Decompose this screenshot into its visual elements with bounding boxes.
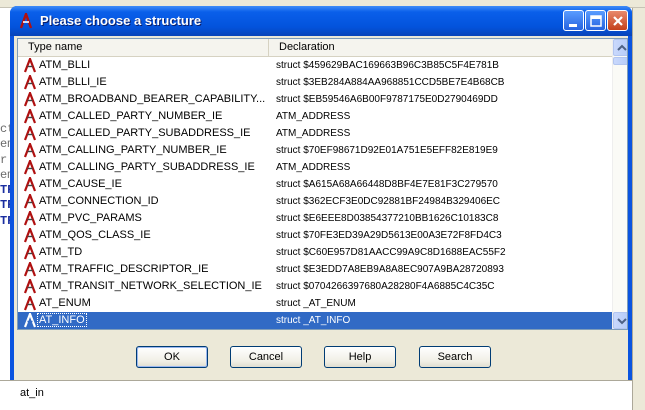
row-type-name: ATM_TRANSIT_NETWORK_SELECTION_IE xyxy=(39,280,262,292)
list-row[interactable]: ATM_TRANSIT_NETWORK_SELECTION_IE struct $… xyxy=(18,278,612,295)
chevron-up-icon xyxy=(617,44,627,51)
background-status-area: at_in xyxy=(0,380,632,410)
row-type-name: ATM_PVC_PARAMS xyxy=(39,212,142,224)
maximize-button[interactable] xyxy=(585,10,606,31)
row-type-name: ATM_TRAFFIC_DESCRIPTOR_IE xyxy=(39,263,209,275)
list-row[interactable]: ATM_CALLED_PARTY_NUMBER_IE ATM_ADDRESS xyxy=(18,108,612,125)
struct-icon xyxy=(23,75,37,90)
row-declaration: struct $C60E957D81AACC99A9C8D1688EAC55F2 xyxy=(276,247,506,258)
dialog-client-area: Type name Declaration ATM_BLLI struct $45… xyxy=(14,36,628,380)
row-declaration: ATM_ADDRESS xyxy=(276,162,351,173)
row-declaration: struct $3EB284A884AA968851CCD5BE7E4B68CB xyxy=(276,77,505,88)
row-declaration: struct $362ECF3E0DC92881BF24984B329406EC xyxy=(276,196,501,207)
row-type-name: ATM_QOS_CLASS_IE xyxy=(39,229,151,241)
row-type-name: ATM_BLLI xyxy=(39,59,91,71)
row-type-name: ATM_CALLING_PARTY_SUBADDRESS_IE xyxy=(39,161,255,173)
struct-icon xyxy=(23,177,37,192)
dialog-title: Please choose a structure xyxy=(40,13,202,28)
row-declaration: struct $0704266397680A28280F4A6885C4C35C xyxy=(276,281,495,292)
row-type-name: ATM_BROADBAND_BEARER_CAPABILITY... xyxy=(39,93,266,105)
row-declaration: ATM_ADDRESS xyxy=(276,111,351,122)
close-button[interactable] xyxy=(607,10,628,31)
background-status-text: at_in xyxy=(20,387,44,399)
search-button[interactable]: Search xyxy=(419,346,491,368)
struct-icon xyxy=(23,143,37,158)
list-row[interactable]: ATM_CALLING_PARTY_SUBADDRESS_IE ATM_ADDRE… xyxy=(18,159,612,176)
row-type-name: ATM_TD xyxy=(39,246,83,258)
scrollbar-thumb[interactable] xyxy=(613,57,627,65)
list-row[interactable]: ATM_CALLED_PARTY_SUBADDRESS_IE ATM_ADDRES… xyxy=(18,125,612,142)
struct-icon xyxy=(23,228,37,243)
cancel-button[interactable]: Cancel xyxy=(230,346,302,368)
choose-structure-dialog: Please choose a structure Type name Decl… xyxy=(10,6,632,380)
struct-icon xyxy=(23,262,37,277)
structure-list[interactable]: Type name Declaration ATM_BLLI struct $45… xyxy=(17,38,628,330)
row-declaration: struct $E3EDD7A8EB9A8A8EC907A9BA28720893 xyxy=(276,264,504,275)
struct-icon xyxy=(19,13,33,29)
row-type-name: AT_INFO xyxy=(37,313,87,327)
list-row[interactable]: ATM_PVC_PARAMS struct $E6EEE8D03854377210… xyxy=(18,210,612,227)
maximize-icon xyxy=(590,15,602,27)
list-row[interactable]: ATM_CONNECTION_ID struct $362ECF3E0DC9288… xyxy=(18,193,612,210)
struct-icon xyxy=(23,126,37,141)
help-button[interactable]: Help xyxy=(324,346,396,368)
chevron-down-icon xyxy=(617,318,627,325)
list-header: Type name Declaration xyxy=(18,39,612,57)
scroll-down-button[interactable] xyxy=(613,312,627,329)
list-row[interactable]: ATM_QOS_CLASS_IE struct $70FE3ED39A29D561… xyxy=(18,227,612,244)
row-type-name: AT_ENUM xyxy=(39,297,91,309)
close-icon xyxy=(613,16,623,26)
row-declaration: struct $EB59546A6B00F9787175E0D2790469DD xyxy=(276,94,498,105)
dialog-titlebar[interactable]: Please choose a structure xyxy=(10,6,632,36)
scroll-up-button[interactable] xyxy=(613,39,627,56)
struct-icon xyxy=(23,245,37,260)
row-declaration: struct _AT_ENUM xyxy=(276,298,356,309)
row-declaration: struct $70EF98671D92E01A751E5EFF82E819E9 xyxy=(276,145,498,156)
list-row[interactable]: AT_INFO struct _AT_INFO xyxy=(18,312,612,329)
struct-icon xyxy=(23,296,37,311)
struct-icon xyxy=(23,160,37,175)
list-row[interactable]: ATM_BLLI_IE struct $3EB284A884AA968851CCD… xyxy=(18,74,612,91)
struct-icon xyxy=(23,211,37,226)
list-row[interactable]: ATM_TD struct $C60E957D81AACC99A9C8D1688E… xyxy=(18,244,612,261)
row-declaration: struct $A615A68A66448D8BF4E7E81F3C279570 xyxy=(276,179,498,190)
list-row[interactable]: ATM_CALLING_PARTY_NUMBER_IE struct $70EF9… xyxy=(18,142,612,159)
struct-icon xyxy=(23,109,37,124)
row-type-name: ATM_CALLED_PARTY_NUMBER_IE xyxy=(39,110,223,122)
struct-icon xyxy=(23,58,37,73)
row-type-name: ATM_CONNECTION_ID xyxy=(39,195,159,207)
row-declaration: ATM_ADDRESS xyxy=(276,128,351,139)
row-type-name: ATM_CALLING_PARTY_NUMBER_IE xyxy=(39,144,227,156)
struct-icon xyxy=(23,279,37,294)
list-row[interactable]: ATM_BROADBAND_BEARER_CAPABILITY... struct… xyxy=(18,91,612,108)
column-header-type-name[interactable]: Type name xyxy=(18,39,269,57)
row-type-name: ATM_BLLI_IE xyxy=(39,76,107,88)
list-row[interactable]: AT_ENUM struct _AT_ENUM xyxy=(18,295,612,312)
row-declaration: struct _AT_INFO xyxy=(276,315,351,326)
row-declaration: struct $459629BAC169663B96C3B85C5F4E781B xyxy=(276,60,499,71)
list-row[interactable]: ATM_BLLI struct $459629BAC169663B96C3B85C… xyxy=(18,57,612,74)
list-row[interactable]: ATM_CAUSE_IE struct $A615A68A66448D8BF4E7… xyxy=(18,176,612,193)
row-type-name: ATM_CAUSE_IE xyxy=(39,178,122,190)
row-declaration: struct $70FE3ED39A29D5613E00A3E72F8FD4C3 xyxy=(276,230,502,241)
minimize-icon xyxy=(569,24,577,27)
vertical-scrollbar[interactable] xyxy=(612,39,627,329)
struct-icon xyxy=(23,194,37,209)
struct-icon xyxy=(23,313,37,328)
ok-button[interactable]: OK xyxy=(136,346,208,368)
row-type-name: ATM_CALLED_PARTY_SUBADDRESS_IE xyxy=(39,127,251,139)
list-row[interactable]: ATM_TRAFFIC_DESCRIPTOR_IE struct $E3EDD7A… xyxy=(18,261,612,278)
struct-icon xyxy=(23,92,37,107)
minimize-button[interactable] xyxy=(563,10,584,31)
background-right-panel xyxy=(632,8,645,410)
column-header-declaration[interactable]: Declaration xyxy=(269,39,612,57)
row-declaration: struct $E6EEE8D03854377210BB1626C10183C8 xyxy=(276,213,499,224)
list-rows: ATM_BLLI struct $459629BAC169663B96C3B85C… xyxy=(18,57,612,329)
